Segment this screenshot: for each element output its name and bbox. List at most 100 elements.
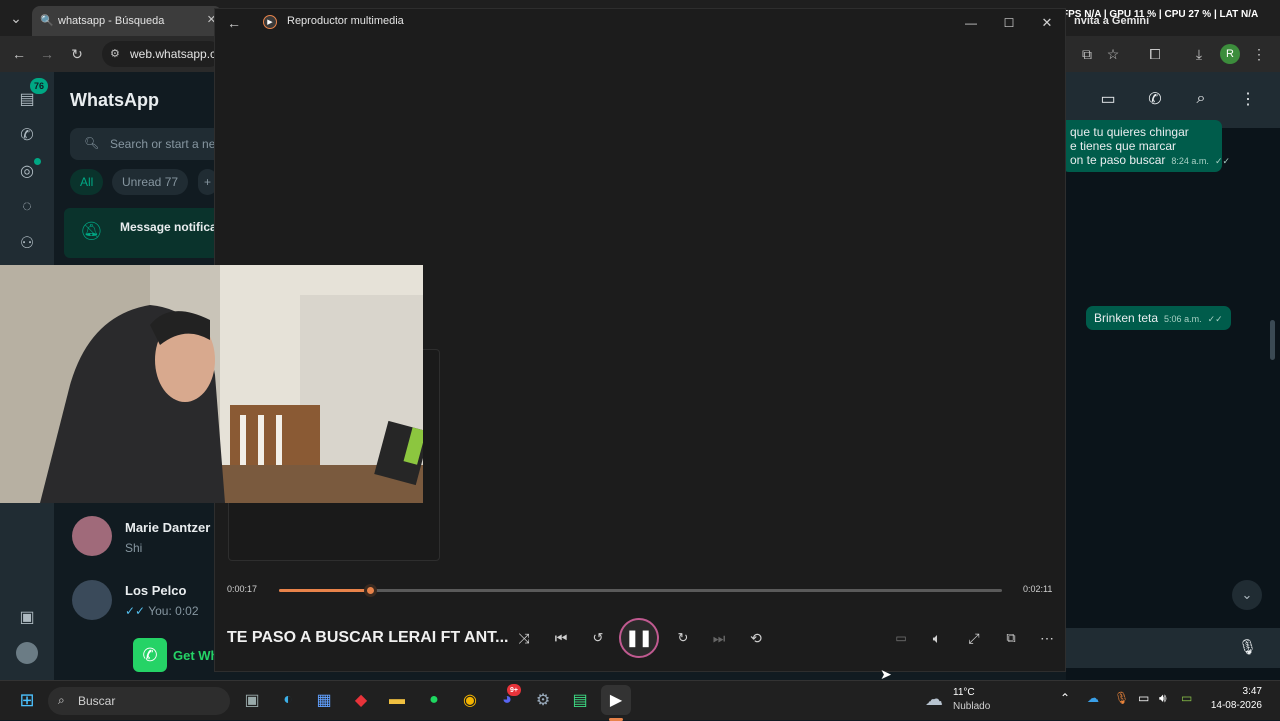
volume-icon[interactable]: 🔈︎ [923,624,951,652]
list-item[interactable]: Los Pelco ✓✓ You: 0:02 [54,572,224,632]
shuffle-icon[interactable]: ⤨ [510,624,538,652]
calls-icon[interactable]: ✆ [10,118,44,152]
pause-button[interactable]: ❚❚ [619,618,659,658]
install-app-icon[interactable]: ⧉ [1074,41,1100,67]
more-vertical-icon[interactable]: ⋮ [1246,41,1272,67]
chat-menu-icon[interactable]: ⋮ [1231,82,1265,116]
outgoing-message: Brinken teta 5:06 a.m. ✓✓ [1086,306,1231,330]
spotify-icon[interactable]: ● [419,685,449,715]
battery-icon[interactable]: ▭ [1181,691,1192,705]
list-item[interactable]: Marie Dantzer Shi [54,510,224,570]
subtitles-icon[interactable]: ▭ [887,624,915,652]
forward-30-icon[interactable]: ↻ [669,624,697,652]
tab-title: whatsapp - Búsqueda [58,15,165,27]
windows-start-icon[interactable]: ⊞ [12,685,42,715]
media-player-taskbar-icon[interactable]: ▶ [601,685,631,715]
message-line: on te paso buscar [1070,153,1166,167]
chat-scrollbar[interactable] [1270,320,1275,360]
discord-badge: 9+ [507,684,521,696]
mini-player-icon[interactable]: ⧉ [997,624,1025,652]
repeat-icon[interactable]: ⟲ [742,624,770,652]
taskbar-search-icon: ⌕ [58,693,65,707]
notification-banner[interactable]: 🔕︎ Message notificat [64,208,234,258]
red-app-icon[interactable]: ◆ [346,685,376,715]
minimize-icon[interactable]: — [957,9,985,37]
settings-gear-icon[interactable]: ⚙ [528,685,558,715]
site-info-icon[interactable]: ⚙ [110,47,120,60]
reload-icon[interactable]: ↻ [64,41,90,67]
next-track-icon[interactable]: ⏭ [705,624,733,652]
download-icon[interactable]: ⤓ [1186,41,1212,67]
voice-call-icon[interactable]: ✆ [1138,82,1172,116]
notification-text: Message notificat [120,220,221,234]
player-back-arrow-icon[interactable]: ← [220,9,248,37]
rewind-10-icon[interactable]: ↺ [584,624,612,652]
browser-tab-whatsapp[interactable]: 🔍 whatsapp - Búsqueda ✕ [32,6,222,36]
onedrive-icon[interactable]: ☁ [1087,691,1099,705]
user-avatar[interactable] [16,642,38,664]
chats-unread-badge: 76 [30,78,48,94]
maximize-icon[interactable]: ☐ [995,9,1023,37]
edge-browser-icon[interactable]: ◐ [273,685,303,715]
back-arrow-icon[interactable]: ← [6,41,32,67]
seek-bar-fill [279,589,371,592]
tab-search-chevron-icon[interactable]: ⌄ [4,6,28,30]
scroll-down-icon[interactable]: ⌄ [1232,580,1262,610]
chrome-icon[interactable]: ◉ [455,685,485,715]
previous-track-icon[interactable]: ⏮ [547,624,575,652]
status-dot [34,158,41,165]
search-icon: 🔍︎ [84,136,100,150]
windows-taskbar: ⊞ ⌕ Buscar ▣ ◐ ▦ ◆ ▬ ● ◉ ◕ 9+ ⚙ ▤ ▶ ☁ 11… [0,680,1280,721]
taskbar-search-input[interactable]: ⌕ Buscar [48,687,230,715]
chat-name: Marie Dantzer [125,520,211,535]
address-bar[interactable]: ⚙ web.whatsapp.c [102,41,222,67]
seek-bar-thumb[interactable] [364,584,378,597]
microphone-icon[interactable]: 🎙︎ [1238,638,1257,656]
mic-tray-icon[interactable]: 🎙︎ [1114,691,1129,705]
player-app-title: Reproductor multimedia [287,15,404,27]
task-view-icon[interactable]: ▣ [237,685,267,715]
chat-preview: Shi [125,541,143,555]
get-app-link[interactable]: Get Wh [173,648,219,663]
clock-date[interactable]: 14-08-2026 [1202,700,1262,711]
double-check-icon: ✓✓ [1214,156,1231,166]
file-explorer-icon[interactable]: ▬ [382,685,412,715]
track-title: TE PASO A BUSCAR LERAI FT ANT... [227,629,509,646]
address-bar-url: web.whatsapp.c [130,47,217,61]
communities-icon[interactable]: ⚇ [10,226,44,260]
message-time: 8:24 a.m. [1171,156,1209,166]
message-composer[interactable]: 🎙︎ [1066,628,1280,668]
speaker-icon[interactable]: 🔊︎ [1159,691,1167,706]
fullscreen-icon[interactable]: ⤢ [960,624,988,652]
close-icon[interactable]: ✕ [1033,9,1061,37]
more-options-icon[interactable]: ⋯ [1033,624,1061,652]
android-app-icon[interactable]: ▤ [565,685,595,715]
channels-icon[interactable]: ◌ [10,190,44,224]
seek-bar[interactable] [279,584,1002,597]
cloud-weather-icon: ☁ [925,689,943,709]
forward-arrow-icon[interactable]: → [34,41,60,67]
whatsapp-logo-icon: ✆ [133,638,167,672]
message-line: que tu quieres chingar [1070,125,1189,139]
chat-name: Los Pelco [125,583,187,598]
mouse-cursor-icon: ➤ [880,666,892,682]
taskbar-search-placeholder: Buscar [78,694,116,708]
weather-temperature[interactable]: 11°C [953,687,975,698]
bookmark-star-icon[interactable]: ☆ [1100,41,1126,67]
filter-all-chip[interactable]: All [70,169,104,195]
network-icon[interactable]: ▭ [1138,691,1149,705]
clock-time[interactable]: 3:47 [1210,686,1262,697]
profile-avatar[interactable]: R [1220,44,1240,64]
media-gallery-icon[interactable]: ▣ [10,600,44,634]
webcam-overlay [0,265,423,503]
weather-description[interactable]: Nublado [953,701,990,712]
gemini-hint: nvita a Gemini [1074,15,1150,27]
video-call-icon[interactable]: ▭ [1091,82,1125,116]
microsoft-store-icon[interactable]: ▦ [309,685,339,715]
avatar [72,516,112,556]
chevron-up-icon[interactable]: ⌃ [1060,691,1070,705]
media-player-app-icon: ▶ [263,15,277,29]
extensions-puzzle-icon[interactable]: ⧠ [1142,41,1168,67]
search-messages-icon[interactable]: ⌕ [1184,82,1218,116]
filter-unread-chip[interactable]: Unread 77 [112,169,189,195]
